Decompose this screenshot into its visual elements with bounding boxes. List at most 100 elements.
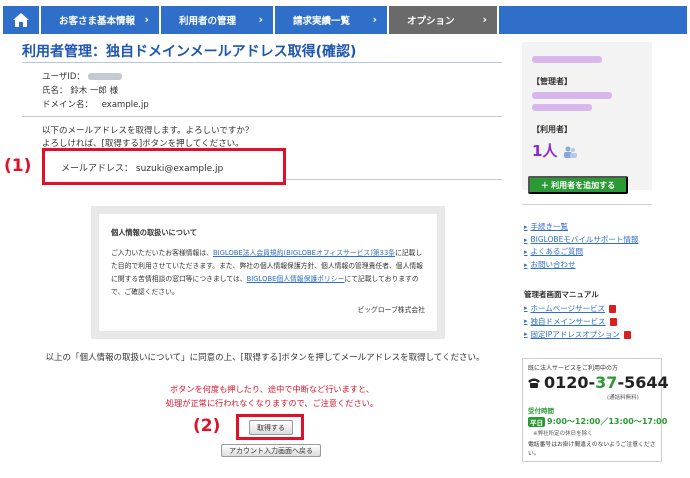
privacy-title: 個人情報の取扱いについて [111,228,198,237]
phone-note: (通話料無料) [607,395,639,401]
contact-caption: 既に法人サービスをご利用中の方 [528,365,619,372]
user-id-row: ユーザID： [42,70,122,82]
back-button[interactable]: アカウント入力画面へ戻る [221,444,321,457]
manual-link-homepage[interactable]: ▸ ホームページサービス [524,302,631,315]
tab-label: お客さま基本情報 [59,16,136,27]
domain-label: ドメイン名： [42,100,94,110]
name-row: 氏名： 鈴木 一郎 様 [42,84,118,96]
link-label: 独自ドメインサービス [530,317,606,326]
mail-address-row: メールアドレス： suzuki@example.jp [61,161,223,174]
bullet-icon: ▸ [524,248,528,256]
link-contact[interactable]: ▸ お問い合わせ [524,259,638,272]
bullet-icon: ▸ [524,223,528,231]
link-label: ホームページサービス [530,304,606,313]
account-panel: 【管理者】 【利用者】 1人 [522,42,652,190]
pdf-icon [623,330,631,339]
admin-mail-redacted [532,104,592,111]
bullet-icon: ▸ [524,304,528,312]
domain-row: ドメイン名： example.jp [42,98,149,110]
tab-label: オプション [407,16,455,27]
privacy-text: ご入力いただいたお客様情報は、BIGLOBE法人会員規約(BIGLOBEオフィス… [111,247,425,299]
privacy-notice-body: 個人情報の取扱いについて ご入力いただいたお客様情報は、BIGLOBE法人会員規… [99,214,437,331]
page-title: 利用者管理：独自ドメインメールアドレス取得(確認) [22,44,357,60]
mail-address-value: suzuki@example.jp [135,164,224,174]
manual-title: 管理者画面マニュアル [524,290,599,299]
contact-footer: 電話番号はお掛け間違えのないようご注意ください。 [528,442,656,457]
mail-address-highlight: メールアドレス： suzuki@example.jp [42,148,286,185]
link-label: 手続き一覧 [530,222,569,231]
link-label: よくあるご質問 [530,247,584,256]
domain-value: example.jp [101,100,149,110]
link-label: お問い合わせ [530,259,576,269]
manual-link-fixed-ip[interactable]: ▸ 固定IPアドレスオプション [524,328,631,341]
warning-line-1: ボタンを何度も押したり、途中で中断など行いますと、 [169,384,375,394]
chevron-right-icon: › [258,13,263,26]
privacy-signature: ビッグローブ株式会社 [357,306,425,314]
divider [22,62,502,63]
tab-label: 利用者の管理 [179,16,237,27]
bullet-icon: ▸ [524,260,528,269]
home-icon [13,13,29,27]
privacy-policy-link[interactable]: BIGLOBE個人情報保護ポリシー [247,275,345,283]
link-procedures[interactable]: ▸ 手続き一覧 [524,221,638,234]
tab-billing[interactable]: 請求実績一覧 › [275,6,389,34]
hours-note: ※弊社所定の休日を除く [533,431,593,437]
chevron-right-icon: › [482,13,487,26]
nav-filler [499,6,687,34]
weekday-badge: 平日 [528,416,545,427]
top-nav: お客さま基本情報 › 利用者の管理 › 請求実績一覧 › オプション › [3,6,687,34]
link-label: BIGLOBEモバイルサポート情報 [530,234,639,244]
confirm-message-1: 以下のメールアドレスを取得します。よろしいですか？ [42,126,254,136]
link-mobile-support[interactable]: ▸ BIGLOBEモバイルサポート情報 [524,234,638,247]
chevron-right-icon: › [144,13,149,26]
hours-title: 受付時間 [528,407,554,415]
manual-link-domain[interactable]: ▸ 独自ドメインサービス [524,315,631,328]
user-count[interactable]: 1人 [532,140,577,161]
chevron-right-icon: › [372,13,377,26]
contact-box: 既に法人サービスをご利用中の方 0120- 37 -5644 (通話料無料) 受付時… [522,358,669,462]
annotation-2: (2) [193,416,221,436]
home-button[interactable] [3,6,41,34]
pdf-icon [609,317,617,326]
company-name-redacted [532,56,602,63]
phone-number: 0120- 37 -5644 [527,373,669,392]
phone-icon [528,378,540,388]
phone-part: 37 [595,373,618,392]
phone-part: 0120- [544,373,596,392]
member-terms-link[interactable]: BIGLOBE法人会員規約(BIGLOBEオフィスサービス)第33条 [213,249,395,257]
acquire-button[interactable]: 取得する [249,420,293,435]
privacy-text-a: ご入力いただいたお客様情報は、 [111,249,213,257]
hours-value: 9:00〜12:00／13:00〜17:00 [547,417,668,426]
tab-customer-info[interactable]: お客さま基本情報 › [41,6,161,34]
bullet-icon: ▸ [524,330,528,338]
tab-options[interactable]: オプション › [389,6,499,34]
warning-line-2: 処理が正常に行われなくなりますので、ご注意ください。 [165,398,379,408]
help-links: ▸ 手続き一覧 ▸ BIGLOBEモバイルサポート情報 ▸ よくあるご質問 ▸ お問い合… [524,221,638,271]
name-label: 氏名： [42,86,68,96]
user-id-label: ユーザID： [42,72,85,82]
phone-part: -5644 [617,373,669,392]
bullet-icon: ▸ [524,317,528,325]
link-faq[interactable]: ▸ よくあるご質問 [524,246,638,259]
bullet-icon: ▸ [524,235,528,244]
privacy-notice: 個人情報の取扱いについて ご入力いただいたお客様情報は、BIGLOBE法人会員規… [91,206,445,339]
hours-row: 平日 9:00〜12:00／13:00〜17:00 [528,416,667,427]
users-icon [563,146,577,158]
user-header: 【利用者】 [532,125,572,134]
divider [22,116,502,117]
user-id-redacted [87,73,122,80]
warning-text: ボタンを何度も押したり、途中で中断など行いますと、 処理が正常に行われなくなりま… [150,382,394,410]
admin-name-redacted [532,92,612,99]
agree-text: 以上の「個人情報の取扱いについて」に同意の上、[取得する]ボタンを押してメールア… [45,353,485,363]
annotation-1: (1) [4,156,32,176]
tab-user-management[interactable]: 利用者の管理 › [161,6,275,34]
admin-header: 【管理者】 [532,77,572,86]
divider [286,179,502,180]
divider [522,204,652,205]
pdf-icon [609,304,617,313]
manual-links: ▸ ホームページサービス ▸ 独自ドメインサービス ▸ 固定IPアドレスオプション [524,302,631,341]
user-count-value: 1人 [532,142,558,160]
add-user-button[interactable]: ＋ 利用者を追加する [528,176,628,194]
link-label: 固定IPアドレスオプション [530,330,620,339]
tab-label: 請求実績一覧 [293,16,351,27]
